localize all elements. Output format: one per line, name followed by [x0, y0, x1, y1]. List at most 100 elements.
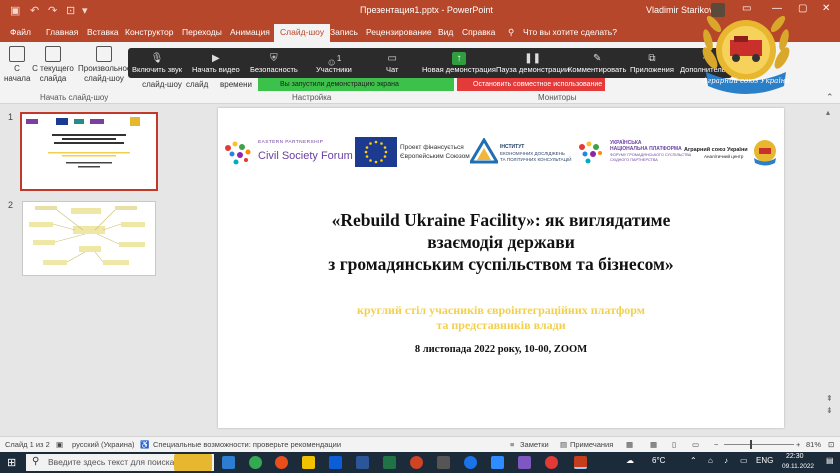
stop-sharing-button[interactable]: Остановить совместное использование	[457, 78, 605, 91]
clock-time[interactable]: 22:30	[786, 453, 804, 460]
start-slideshow-icon[interactable]: ⊡	[66, 4, 75, 17]
powerpoint-icon[interactable]	[574, 456, 587, 469]
unp-line3: ФОРУМУ ГРОМАДЯНСЬКОГО СУСПІЛЬСТВА	[610, 153, 692, 157]
browser-icon[interactable]	[275, 456, 288, 469]
volume-icon[interactable]: ♪	[724, 456, 728, 465]
share-up-icon: ↑	[451, 52, 466, 65]
tab-home[interactable]: Главная	[46, 27, 78, 37]
windows-start-icon[interactable]: ⊞	[7, 456, 16, 469]
collapse-ribbon-icon[interactable]: ⌃	[826, 92, 834, 103]
zoom-app-icon[interactable]	[491, 456, 504, 469]
zoom-level[interactable]: 81%	[806, 440, 821, 449]
new-share-button[interactable]: ↑ Новая демонстрация	[422, 52, 496, 74]
fit-slide-icon[interactable]: ⊡	[828, 440, 834, 449]
network-icon[interactable]: ⌂	[708, 456, 713, 465]
save-icon[interactable]: ▣	[10, 4, 20, 17]
file-explorer-icon[interactable]	[302, 456, 315, 469]
app-icon-4[interactable]	[518, 456, 531, 469]
prev-slide-icon[interactable]: ⇞	[826, 394, 833, 403]
slide-thumbnail-2[interactable]	[22, 201, 156, 276]
slide-2-preview	[29, 206, 145, 265]
reading-view-icon[interactable]: ▯	[672, 440, 676, 449]
spell-check-icon[interactable]: ▣	[56, 440, 63, 449]
tab-animations[interactable]: Анимация	[230, 27, 270, 37]
unmute-button[interactable]: 🎙 Включить звук	[132, 52, 182, 74]
group-label-start: Начать слайд-шоу	[40, 93, 109, 102]
slide-sorter-icon[interactable]: ▦	[650, 440, 657, 449]
from-start-button[interactable]: С начала	[4, 46, 30, 84]
zoom-in-icon[interactable]: +	[796, 440, 800, 449]
word-icon[interactable]	[356, 456, 369, 469]
weather-icon[interactable]: ☁	[626, 456, 634, 465]
tab-file[interactable]: Файл	[10, 27, 31, 37]
maximize-icon[interactable]: ▢	[798, 3, 807, 14]
notes-button[interactable]: Заметки	[520, 440, 549, 449]
vertical-scrollbar[interactable]: ▴ ⇞ ⇟	[824, 108, 836, 428]
tell-me-search[interactable]: Что вы хотите сделать?	[523, 27, 617, 37]
agrarian-union-badge-logo: Аграрний союз України	[701, 15, 790, 94]
clock-date[interactable]: 09.11.2022	[782, 463, 814, 470]
chrome-icon[interactable]	[249, 456, 262, 469]
store-icon[interactable]	[329, 456, 342, 469]
start-video-button[interactable]: ▶ Начать видео	[192, 52, 240, 74]
redo-icon[interactable]: ↷	[48, 4, 57, 17]
close-icon[interactable]: ✕	[822, 3, 830, 14]
eu-funding-line1: Проект фінансується	[400, 144, 464, 151]
group-label-setup: Настройка	[292, 93, 332, 102]
tab-design[interactable]: Конструктор	[125, 27, 173, 37]
security-button[interactable]: ⛨ Безопасность	[250, 52, 298, 74]
chat-button[interactable]: ▭ Чат	[386, 52, 398, 74]
qat-more-icon[interactable]: ▾	[82, 4, 88, 17]
from-current-button[interactable]: С текущего слайда	[32, 46, 74, 84]
language-tray[interactable]: ENG	[756, 456, 773, 465]
participants-button[interactable]: ☺1 Участники	[316, 52, 352, 74]
task-view-icon[interactable]	[222, 456, 235, 469]
slideshow-view-icon[interactable]: ▭	[692, 440, 699, 449]
search-highlight-image	[174, 454, 212, 471]
taskbar-search-box[interactable]: ⚲ Введите здесь текст для поиска	[26, 454, 214, 471]
tab-review[interactable]: Рецензирование	[366, 27, 432, 37]
tab-slideshow[interactable]: Слайд-шоу	[274, 24, 331, 42]
rehearse-timings-button[interactable]: времени	[218, 80, 254, 90]
hide-slide-button[interactable]: слайд	[186, 80, 208, 90]
slide-counter: Слайд 1 из 2	[5, 440, 50, 449]
status-bar: Слайд 1 из 2 ▣ русский (Украина) ♿ Специ…	[0, 436, 840, 452]
tab-help[interactable]: Справка	[462, 27, 495, 37]
people-icon: ☺1	[326, 53, 342, 69]
slide-thumbnail-1[interactable]	[20, 112, 158, 191]
tab-record[interactable]: Запись	[330, 27, 358, 37]
tab-view[interactable]: Вид	[438, 27, 453, 37]
app-icon[interactable]	[410, 456, 423, 469]
app-icon-3[interactable]	[464, 456, 477, 469]
excel-icon[interactable]	[383, 456, 396, 469]
tab-insert[interactable]: Вставка	[87, 27, 119, 37]
eap-label: EASTERN PARTNERSHIP	[258, 140, 324, 145]
apps-button[interactable]: ⧉ Приложения	[630, 52, 674, 74]
setup-show-button[interactable]: слайд-шоу	[140, 80, 184, 90]
undo-icon[interactable]: ↶	[30, 4, 39, 17]
battery-icon[interactable]: ▭	[740, 456, 748, 465]
comments-button[interactable]: Примечания	[570, 440, 613, 449]
slide-canvas[interactable]: EASTERN PARTNERSHIP Civil Society Forum …	[218, 108, 784, 428]
language-indicator[interactable]: русский (Украина)	[72, 440, 135, 449]
annotate-button[interactable]: ✎ Комментировать	[568, 52, 626, 74]
accessibility-status[interactable]: Специальные возможности: проверьте реком…	[153, 440, 341, 449]
windows-taskbar: ⊞ ⚲ Введите здесь текст для поиска ☁ 6°C…	[0, 452, 840, 473]
tab-transitions[interactable]: Переходы	[182, 27, 222, 37]
tray-chevron-icon[interactable]: ⌃	[690, 456, 697, 465]
zoom-out-icon[interactable]: −	[714, 440, 718, 449]
temperature[interactable]: 6°C	[652, 456, 665, 465]
custom-show-icon	[96, 46, 112, 62]
accessibility-icon[interactable]: ♿	[140, 440, 149, 449]
group-label-monitors: Мониторы	[538, 93, 577, 102]
next-slide-icon[interactable]: ⇟	[826, 406, 833, 415]
custom-show-button[interactable]: Произвольное слайд-шоу	[78, 46, 131, 84]
app-icon-2[interactable]	[437, 456, 450, 469]
scroll-up-icon[interactable]: ▴	[826, 108, 830, 117]
pause-share-button[interactable]: ❚❚ Пауза демонстрации	[496, 52, 569, 74]
notification-icon[interactable]: ▤	[826, 456, 834, 465]
zoom-slider[interactable]	[724, 444, 794, 445]
app-icon-5[interactable]	[545, 456, 558, 469]
normal-view-icon[interactable]: ▦	[626, 440, 633, 449]
zoom-slider-thumb[interactable]	[750, 440, 752, 449]
